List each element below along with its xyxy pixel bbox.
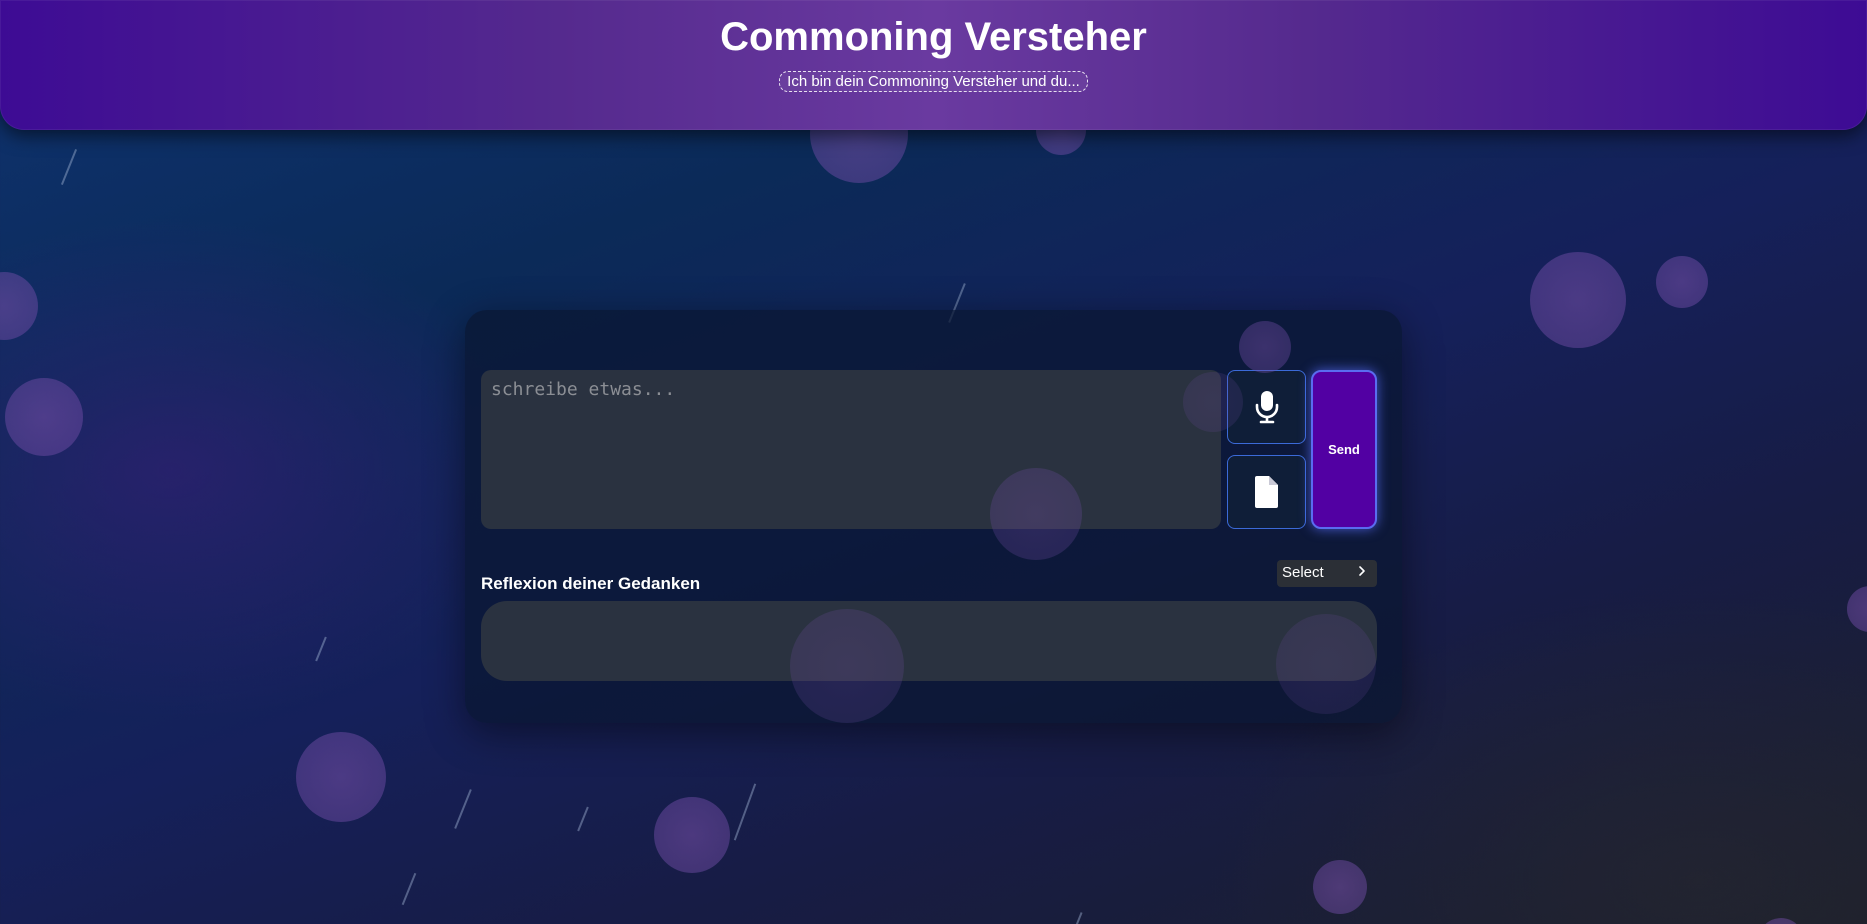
rain-streak (733, 783, 757, 841)
reflection-label: Reflexion deiner Gedanken (481, 574, 701, 593)
rain-streak (454, 789, 472, 829)
file-upload-button[interactable] (1227, 455, 1306, 529)
file-icon (1254, 476, 1278, 508)
bubble-decoration (990, 468, 1082, 560)
app-header: Commoning Versteher Ich bin dein Commoni… (0, 0, 1867, 130)
message-input[interactable] (481, 370, 1221, 529)
chevron-right-icon (1357, 564, 1367, 582)
bubble-decoration (296, 732, 386, 822)
subtitle-text: Ich bin dein Commoning Versteher und du.… (779, 71, 1088, 92)
rain-streak (315, 636, 327, 662)
rain-streak (60, 149, 78, 185)
bubble-decoration (1656, 256, 1708, 308)
rain-streak (577, 806, 589, 832)
bubble-decoration (1758, 918, 1804, 924)
bubble-decoration (654, 797, 730, 873)
bubble-decoration (5, 378, 83, 456)
rain-streak (1075, 912, 1083, 924)
reflection-output (481, 601, 1377, 681)
bubble-decoration (1276, 614, 1376, 714)
bubble-decoration (1530, 252, 1626, 348)
reflection-select[interactable]: Select (1277, 560, 1377, 587)
bubble-decoration (1847, 586, 1867, 632)
send-button[interactable]: Send (1311, 370, 1377, 529)
bubble-decoration (790, 609, 904, 723)
bubble-decoration (1183, 372, 1243, 432)
microphone-icon (1255, 391, 1278, 424)
page-title: Commoning Versteher (720, 15, 1147, 59)
bubble-decoration (1239, 321, 1291, 373)
select-value: Select (1282, 564, 1324, 581)
bubble-decoration (0, 272, 38, 340)
bubble-decoration (1313, 860, 1367, 914)
rain-streak (401, 872, 417, 906)
